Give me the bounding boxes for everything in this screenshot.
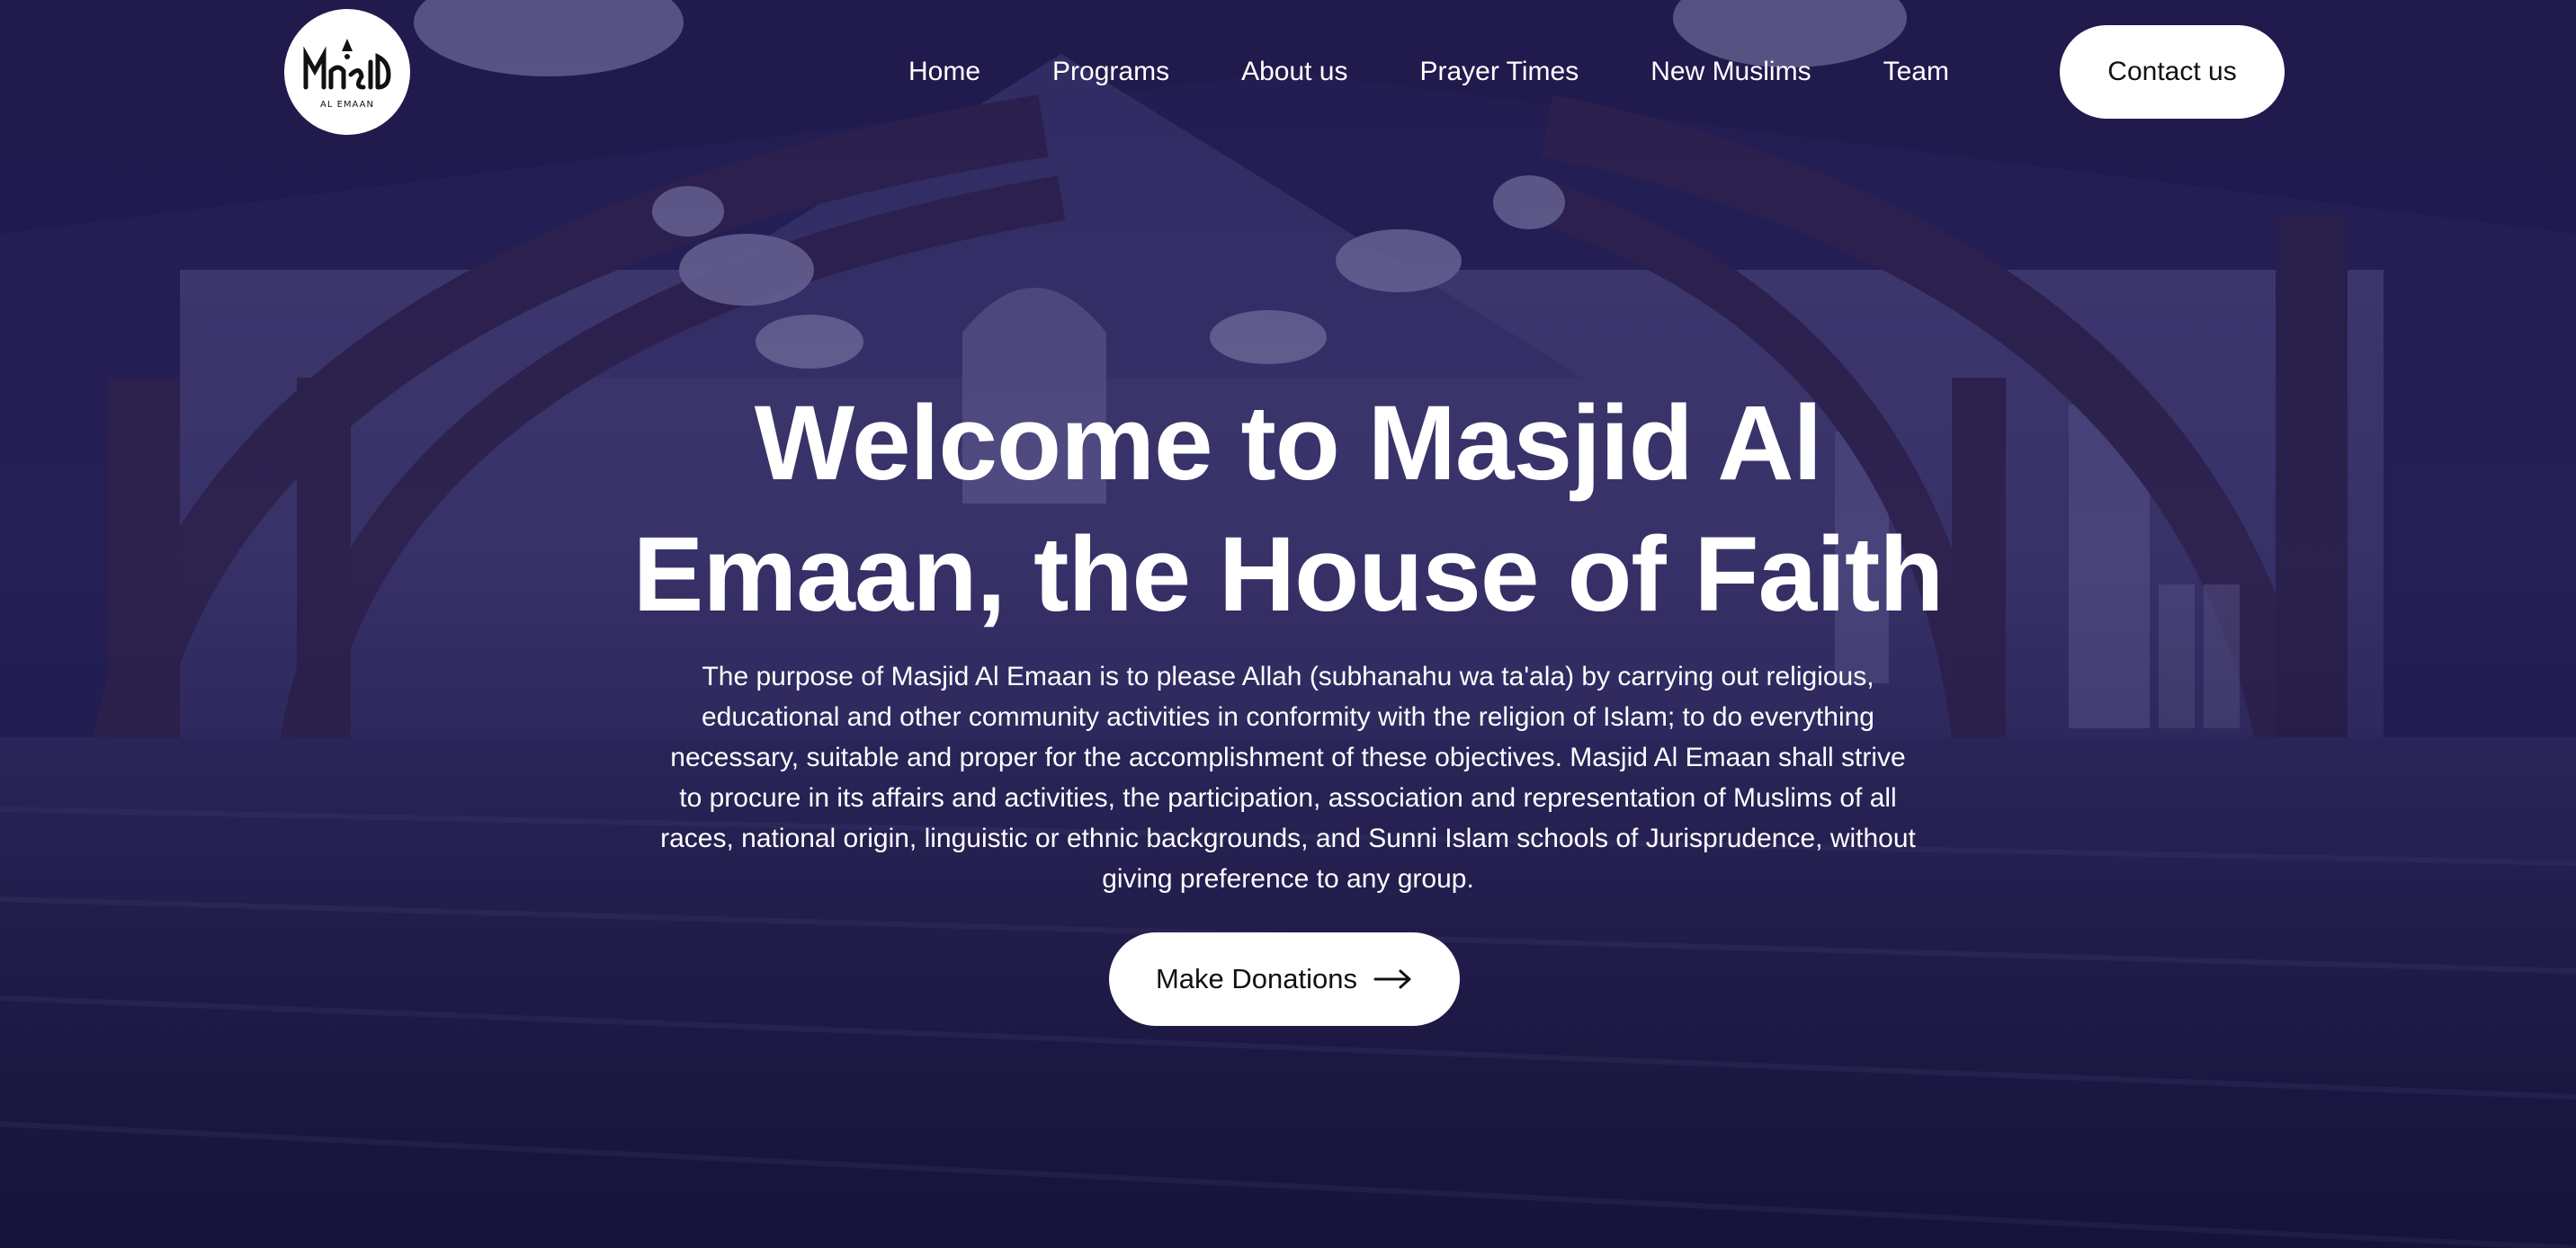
nav-item-prayer-times[interactable]: Prayer Times	[1420, 52, 1579, 92]
hero-description: The purpose of Masjid Al Emaan is to ple…	[660, 662, 1916, 894]
hero-title: Welcome to Masjid Al Emaan, the House of…	[632, 384, 1945, 634]
contact-us-button[interactable]: Contact us	[2060, 25, 2285, 119]
make-donations-label: Make Donations	[1155, 963, 1357, 994]
nav-item-about-us[interactable]: About us	[1241, 52, 1347, 92]
masjid-logo-icon	[303, 38, 391, 89]
main-nav: Home Programs About us Prayer Times New …	[908, 52, 1949, 92]
nav-item-home[interactable]: Home	[908, 52, 980, 92]
nav-item-new-muslims[interactable]: New Muslims	[1650, 52, 1811, 92]
make-donations-button[interactable]: Make Donations	[1109, 932, 1460, 1026]
logo-text: AL EMAAN	[320, 99, 374, 110]
nav-item-team[interactable]: Team	[1883, 52, 1949, 92]
arrow-right-icon	[1373, 969, 1411, 989]
hero-section: Welcome to Masjid Al Emaan, the House of…	[0, 378, 2576, 899]
nav-item-programs[interactable]: Programs	[1052, 52, 1169, 92]
logo[interactable]: AL EMAAN	[284, 9, 410, 135]
site-header: AL EMAAN Home Programs About us Prayer T…	[0, 0, 2576, 146]
